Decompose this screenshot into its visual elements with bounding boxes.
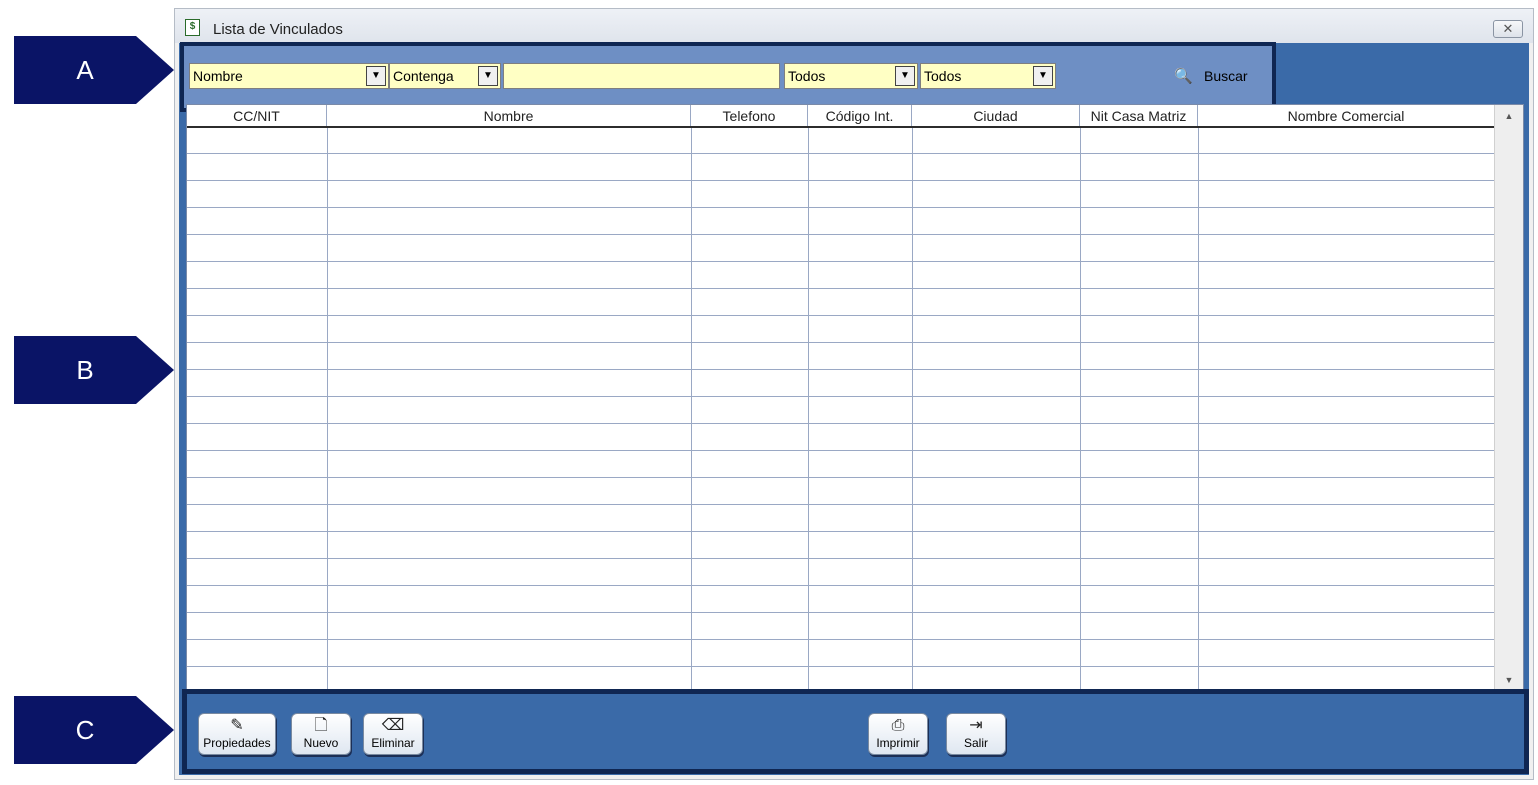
print-button-label: Imprimir <box>876 736 920 750</box>
print-button[interactable]: ⎙ Imprimir <box>868 713 928 755</box>
delete-button-label: Eliminar <box>371 736 415 750</box>
row-divider <box>187 612 1495 613</box>
row-divider <box>187 666 1495 667</box>
exit-button-label: Salir <box>963 736 988 750</box>
field-select-value: Nombre <box>193 68 243 84</box>
filter-bar-inner: Nombre ▼ Contenga ▼ Todos ▼ Todos ▼ 🔍 Bu… <box>184 46 1272 108</box>
row-divider <box>187 288 1495 289</box>
row-divider <box>187 450 1495 451</box>
row-divider <box>187 423 1495 424</box>
row-divider <box>187 396 1495 397</box>
new-button[interactable]: 🗋 Nuevo <box>291 713 351 755</box>
new-document-icon: 🗋 <box>314 717 328 734</box>
chevron-down-icon[interactable]: ▼ <box>1033 66 1053 86</box>
row-divider <box>187 180 1495 181</box>
column-divider <box>1198 128 1199 691</box>
row-divider <box>187 477 1495 478</box>
grid-header: CC/NIT Nombre Telefono Código Int. Ciuda… <box>187 105 1495 128</box>
button-bar-inner: ✎ Propiedades 🗋 Nuevo ⌫ Eliminar ⎙ Impri… <box>187 694 1524 769</box>
search-input[interactable] <box>503 63 780 89</box>
column-divider <box>1080 128 1081 691</box>
chevron-down-icon[interactable]: ▼ <box>366 66 386 86</box>
column-divider <box>912 128 913 691</box>
column-header-nombre[interactable]: Nombre <box>327 105 691 126</box>
row-divider <box>187 558 1495 559</box>
filter2-select[interactable]: Todos ▼ <box>920 63 1056 89</box>
printer-icon: ⎙ <box>891 717 905 734</box>
operator-select[interactable]: Contenga ▼ <box>389 63 501 89</box>
column-header-codigo[interactable]: Código Int. <box>808 105 912 126</box>
callout-c: C <box>14 696 174 764</box>
button-bar: ✎ Propiedades 🗋 Nuevo ⌫ Eliminar ⎙ Impri… <box>182 689 1529 774</box>
column-divider <box>808 128 809 691</box>
eraser-icon: ⌫ <box>381 717 405 734</box>
vertical-scrollbar[interactable]: ▲ ▼ <box>1494 105 1523 691</box>
filter-bar: Nombre ▼ Contenga ▼ Todos ▼ Todos ▼ 🔍 Bu… <box>180 42 1276 112</box>
row-divider <box>187 585 1495 586</box>
search-button[interactable]: 🔍 Buscar <box>1174 66 1264 88</box>
row-divider <box>187 234 1495 235</box>
search-button-label: Buscar <box>1204 68 1248 84</box>
column-header-telefono[interactable]: Telefono <box>691 105 808 126</box>
properties-button[interactable]: ✎ Propiedades <box>198 713 276 755</box>
spreadsheet-icon: $ <box>185 19 200 36</box>
delete-button[interactable]: ⌫ Eliminar <box>363 713 423 755</box>
chevron-down-icon[interactable]: ▼ <box>895 66 915 86</box>
new-button-label: Nuevo <box>303 736 339 750</box>
row-divider <box>187 639 1495 640</box>
row-divider <box>187 261 1495 262</box>
column-header-ccnit[interactable]: CC/NIT <box>187 105 327 126</box>
filter2-select-value: Todos <box>924 68 962 84</box>
filter1-select[interactable]: Todos ▼ <box>784 63 918 89</box>
window-title: Lista de Vinculados <box>213 21 343 38</box>
row-divider <box>187 207 1495 208</box>
column-header-nombre-comercial[interactable]: Nombre Comercial <box>1198 105 1495 126</box>
row-divider <box>187 369 1495 370</box>
results-grid[interactable]: CC/NIT Nombre Telefono Código Int. Ciuda… <box>186 104 1524 692</box>
row-divider <box>187 315 1495 316</box>
field-select[interactable]: Nombre ▼ <box>189 63 389 89</box>
properties-button-label: Propiedades <box>203 736 271 750</box>
scroll-up-icon[interactable]: ▲ <box>1495 105 1523 127</box>
row-divider <box>187 153 1495 154</box>
row-divider <box>187 504 1495 505</box>
callout-a: A <box>14 36 174 104</box>
column-divider <box>327 128 328 691</box>
edit-document-icon: ✎ <box>230 717 244 734</box>
filter1-select-value: Todos <box>788 68 826 84</box>
title-bar: $ Lista de Vinculados ✕ <box>175 9 1533 43</box>
exit-door-icon: ⇥ <box>969 717 983 734</box>
row-divider <box>187 342 1495 343</box>
scroll-down-icon[interactable]: ▼ <box>1495 669 1523 691</box>
callout-b: B <box>14 336 174 404</box>
close-button[interactable]: ✕ <box>1493 20 1523 38</box>
column-header-nit-casa-matriz[interactable]: Nit Casa Matriz <box>1080 105 1198 126</box>
column-divider <box>691 128 692 691</box>
column-header-ciudad[interactable]: Ciudad <box>912 105 1080 126</box>
search-icon: 🔍 <box>1174 68 1193 85</box>
operator-select-value: Contenga <box>393 68 454 84</box>
exit-button[interactable]: ⇥ Salir <box>946 713 1006 755</box>
chevron-down-icon[interactable]: ▼ <box>478 66 498 86</box>
row-divider <box>187 531 1495 532</box>
